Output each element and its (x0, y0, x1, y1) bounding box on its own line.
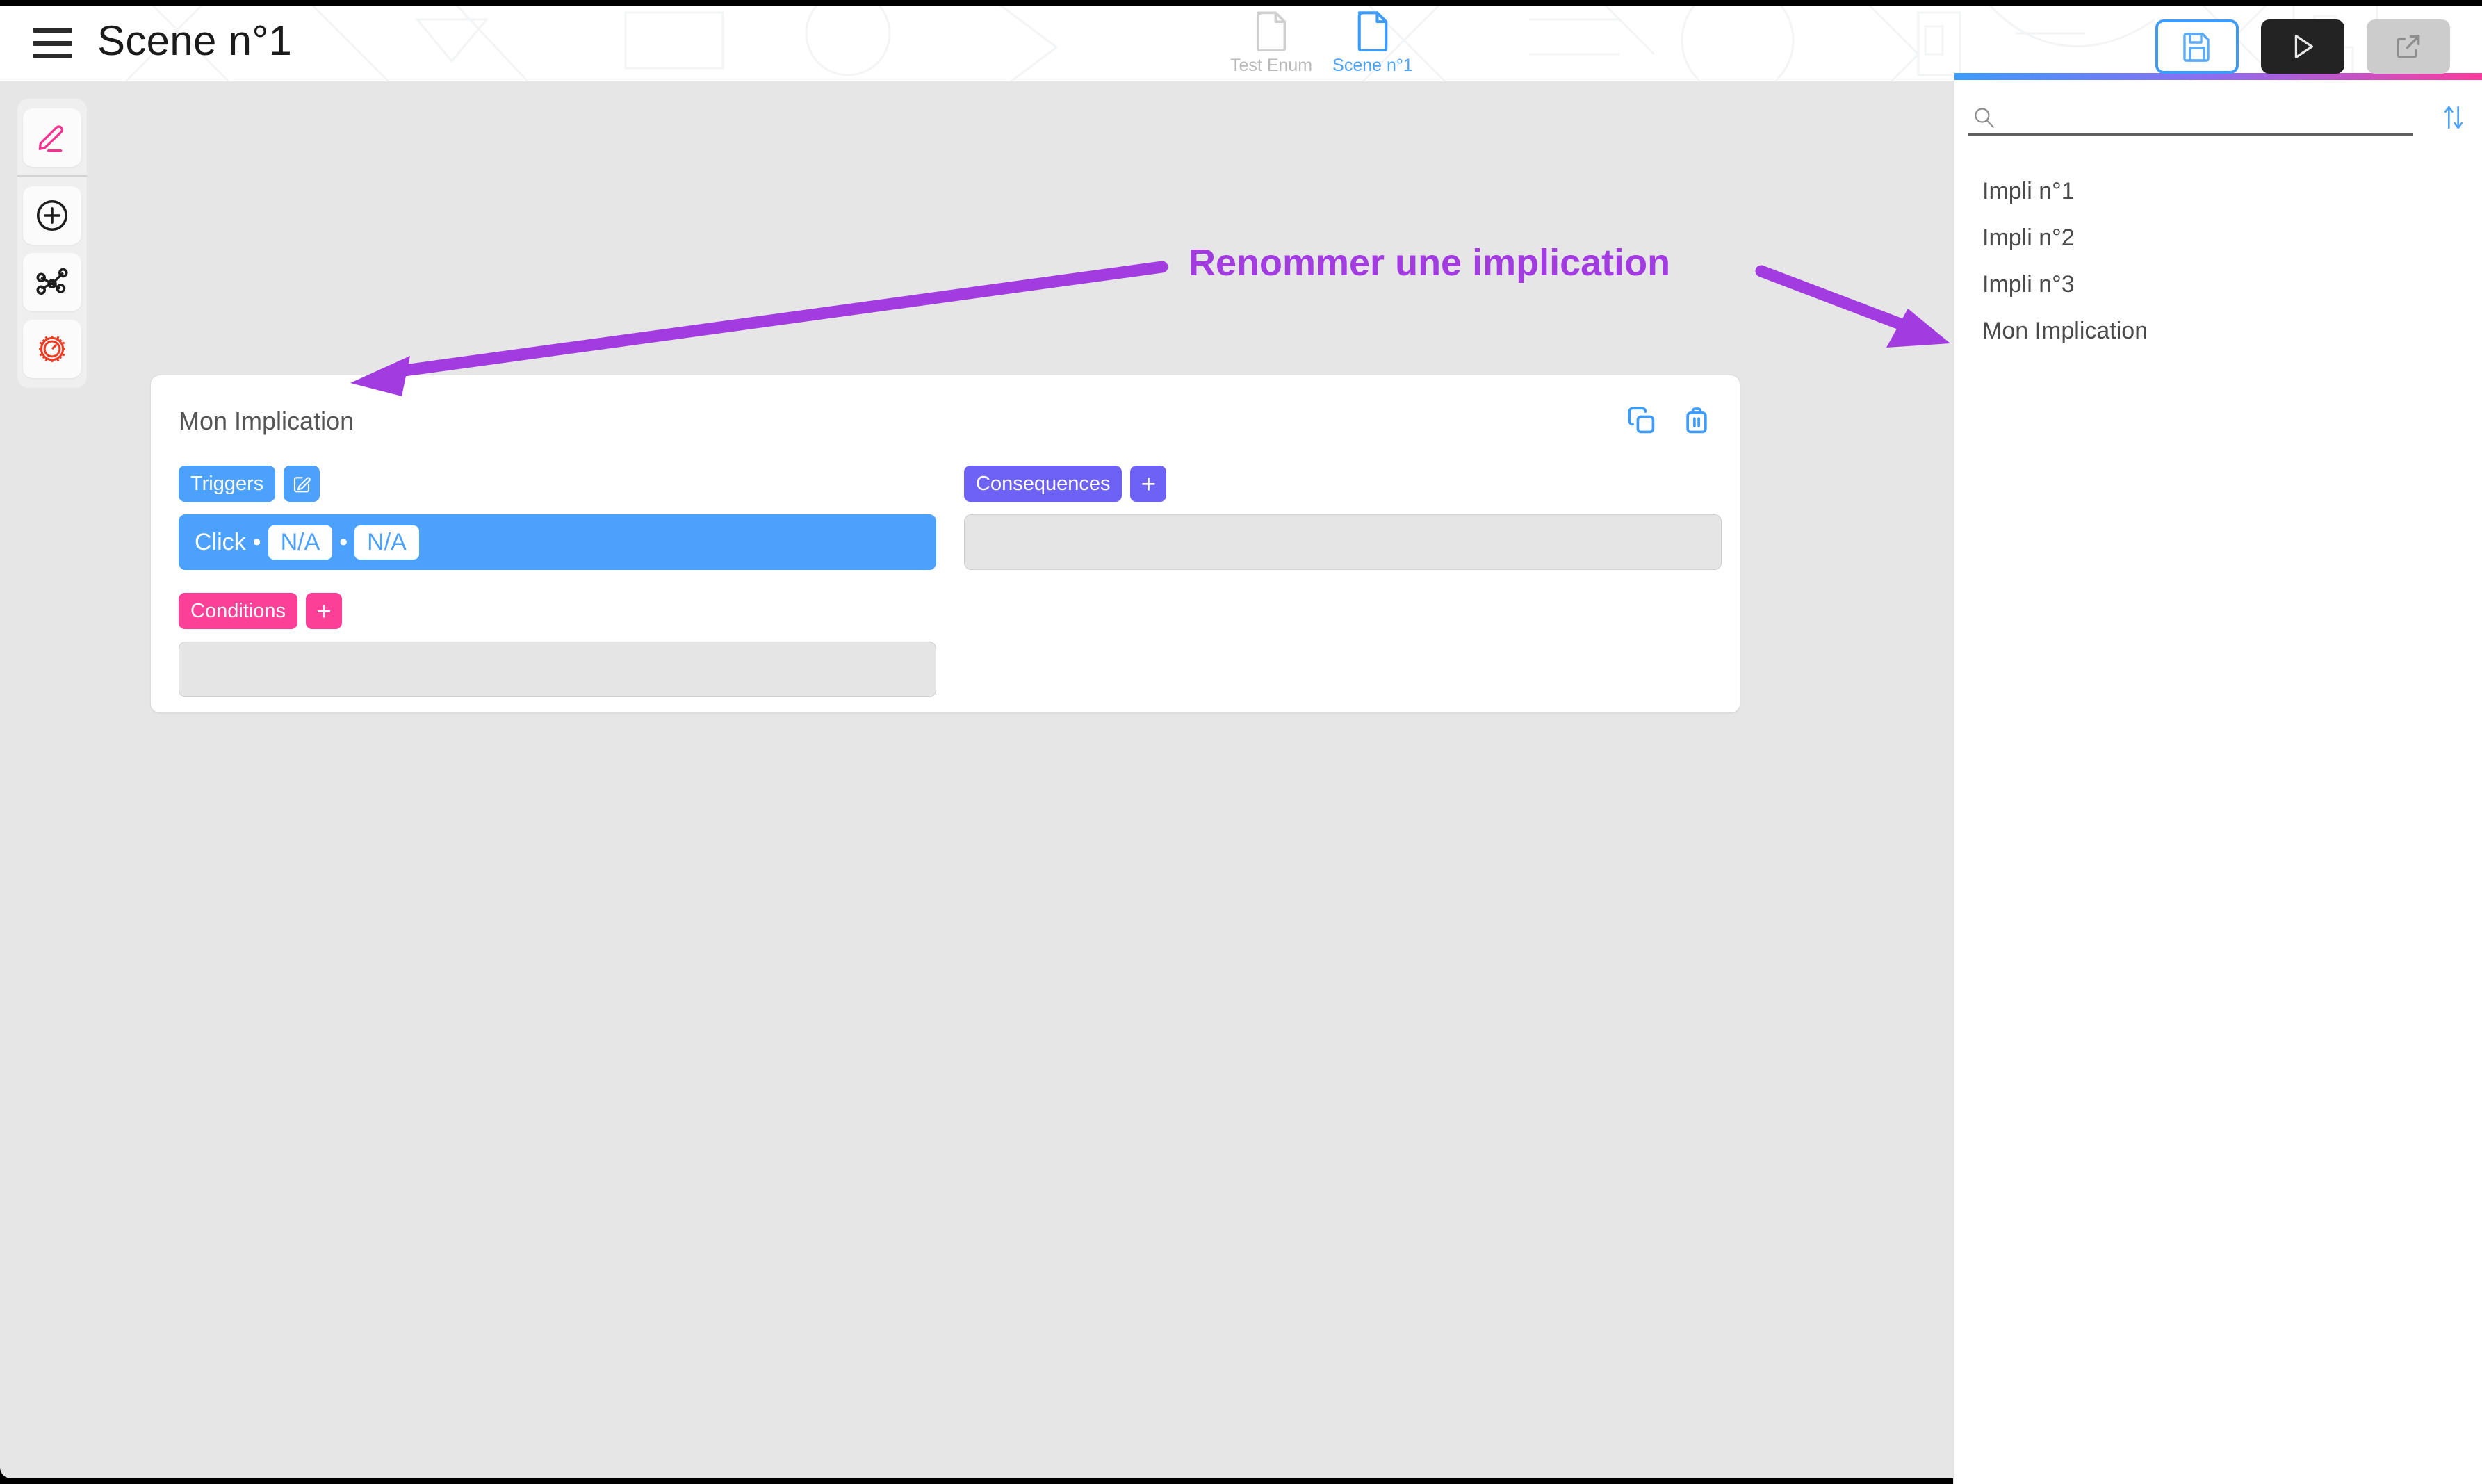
save-button[interactable] (2155, 19, 2239, 74)
trash-bin-icon[interactable] (1681, 405, 1712, 435)
conditions-empty-slot[interactable] (179, 642, 936, 697)
conditions-add-button[interactable]: + (306, 593, 343, 629)
magnifier-search-icon (1971, 105, 1998, 135)
trigger-separator: • (339, 528, 348, 555)
settings-gauge-tool[interactable] (23, 320, 81, 378)
scene-canvas: Mon Implication Triggers Click • N/A • N… (0, 81, 1953, 1478)
list-item[interactable]: Impli n°3 (1982, 261, 2469, 308)
copy-duplicate-icon[interactable] (1626, 405, 1656, 435)
implication-list: Impli n°1 Impli n°2 Impli n°3 Mon Implic… (1982, 168, 2469, 354)
graph-nodes-tool[interactable] (23, 253, 81, 311)
document-icon (1256, 11, 1287, 51)
add-tool[interactable] (23, 186, 81, 245)
left-tool-rail (17, 99, 87, 388)
tab-label: Scene n°1 (1332, 56, 1413, 75)
scene-tabs: Test Enum Scene n°1 (1230, 10, 1414, 76)
external-link-icon (2397, 35, 2420, 58)
consequences-add-button[interactable]: + (1130, 466, 1167, 502)
header-actions (2155, 19, 2450, 74)
list-item[interactable]: Impli n°2 (1982, 215, 2469, 261)
card-actions (1626, 405, 1712, 435)
trigger-slot-filled[interactable]: Click • N/A • N/A (179, 514, 936, 570)
play-triangle-icon (2294, 35, 2314, 58)
trigger-param-1[interactable]: N/A (268, 525, 333, 560)
hamburger-menu-icon[interactable] (33, 28, 72, 58)
app-screen: Scene n°1 Test Enum Scene n°1 Mon Implic… (0, 0, 2482, 1484)
list-item[interactable]: Impli n°1 (1982, 168, 2469, 215)
trigger-param-2[interactable]: N/A (354, 525, 419, 560)
list-item[interactable]: Mon Implication (1982, 308, 2469, 354)
consequences-label: Consequences (964, 466, 1122, 502)
trigger-separator: • (252, 528, 261, 555)
gauge-gear-icon (39, 336, 65, 362)
panel-gradient-bar (1954, 73, 2482, 80)
consequences-empty-slot[interactable] (964, 514, 1722, 570)
floppy-disk-save-icon (2183, 33, 2210, 62)
triggers-header: Triggers (179, 466, 320, 502)
conditions-header: Conditions + (179, 593, 343, 629)
tab-test-enum[interactable]: Test Enum (1230, 10, 1312, 76)
tab-label: Test Enum (1230, 56, 1313, 75)
edit-square-pen-icon (294, 477, 311, 493)
search-row (1968, 102, 2469, 136)
tab-scene-1[interactable]: Scene n°1 (1332, 10, 1414, 76)
export-button[interactable] (2367, 19, 2450, 74)
triggers-label: Triggers (179, 466, 276, 502)
search-box[interactable] (1968, 103, 2413, 136)
implications-side-panel: Impli n°1 Impli n°2 Impli n°3 Mon Implic… (1953, 73, 2482, 1484)
plus-circle-icon (36, 199, 68, 231)
implication-card[interactable]: Mon Implication Triggers Click • N/A • N… (150, 375, 1740, 713)
pen-icon (38, 125, 63, 152)
app-header: Scene n°1 Test Enum Scene n°1 (0, 6, 2482, 81)
page-title: Scene n°1 (97, 17, 293, 64)
annotation-label: Renommer une implication (1189, 242, 1671, 284)
sort-updown-arrows-icon[interactable] (2440, 102, 2467, 136)
implication-title: Mon Implication (179, 407, 354, 435)
trigger-name: Click (195, 528, 246, 555)
search-input[interactable] (1968, 103, 2413, 126)
document-icon (1357, 11, 1388, 51)
triggers-edit-button[interactable] (284, 466, 320, 502)
play-button[interactable] (2261, 19, 2344, 74)
conditions-label: Conditions (179, 593, 298, 629)
node-graph-icon (36, 268, 68, 295)
edit-pen-tool[interactable] (23, 108, 81, 167)
rail-divider (17, 175, 87, 177)
consequences-header: Consequences + (964, 466, 1167, 502)
